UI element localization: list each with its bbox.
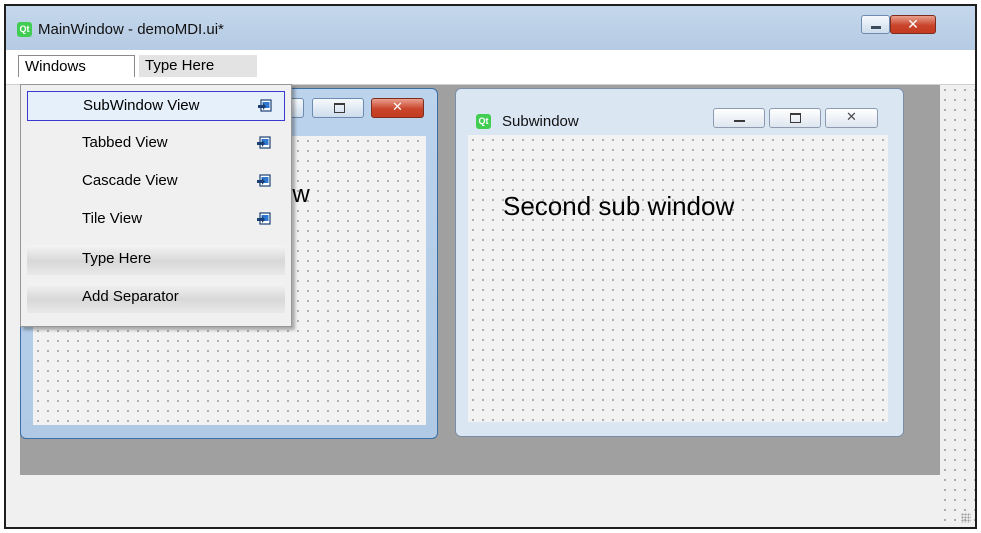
close-icon: ✕ (846, 110, 857, 125)
menu-item-tile-view[interactable]: Tile View (27, 205, 285, 235)
menu-item-cascade-view[interactable]: Cascade View (27, 167, 285, 197)
subwindow-2-title: Subwindow (502, 113, 579, 130)
minimize-button[interactable] (861, 15, 890, 34)
menu-item-type-here[interactable]: Type Here (27, 245, 285, 275)
menu-bar: Windows Type Here (6, 50, 975, 85)
qt-logo-icon: Qt (476, 114, 491, 129)
menu-item-label: Tile View (82, 210, 143, 227)
close-icon: ✕ (392, 100, 403, 115)
menu-item-label: Cascade View (82, 172, 178, 189)
subwindow-2-maximize-button[interactable] (769, 108, 821, 128)
close-button[interactable]: ✕ (890, 15, 936, 34)
resize-grip-icon[interactable] (961, 513, 971, 523)
menu-item-tabbed-view[interactable]: Tabbed View (27, 129, 285, 159)
main-window: Qt MainWindow - demoMDI.ui* ✕ Windows Ty… (4, 4, 977, 529)
menu-item-label: Add Separator (82, 288, 179, 305)
close-icon: ✕ (907, 17, 919, 33)
designer-grid (940, 85, 975, 526)
menu-item-label: SubWindow View (83, 97, 200, 114)
subwindow-2-close-button[interactable]: ✕ (825, 108, 878, 128)
subwindow-2-label: Second sub window (503, 191, 735, 221)
action-icon (258, 99, 272, 112)
action-icon (257, 212, 271, 225)
action-icon (257, 174, 271, 187)
qt-logo-icon: Qt (17, 22, 32, 37)
status-area (20, 475, 940, 527)
main-titlebar[interactable]: Qt MainWindow - demoMDI.ui* ✕ (6, 6, 975, 50)
subwindow-2-minimize-button[interactable] (713, 108, 765, 128)
window-title: MainWindow - demoMDI.ui* (38, 21, 224, 38)
menu-item-label: Tabbed View (82, 134, 168, 151)
subwindow-1-maximize-button[interactable] (312, 98, 364, 118)
subwindow-2[interactable]: Qt Subwindow ✕ Second sub window (455, 88, 904, 437)
menu-item-label: Type Here (82, 250, 152, 267)
menu-item-add-separator[interactable]: Add Separator (27, 283, 285, 313)
menu-windows[interactable]: Windows (18, 55, 135, 77)
menu-type-here[interactable]: Type Here (139, 55, 257, 77)
subwindow-2-content (468, 135, 888, 422)
action-icon (257, 136, 271, 149)
menu-item-subwindow-view[interactable]: SubWindow View (27, 91, 285, 121)
windows-menu-dropdown: SubWindow View Tabbed View Cascade View (20, 84, 292, 327)
subwindow-1-close-button[interactable]: ✕ (371, 98, 424, 118)
